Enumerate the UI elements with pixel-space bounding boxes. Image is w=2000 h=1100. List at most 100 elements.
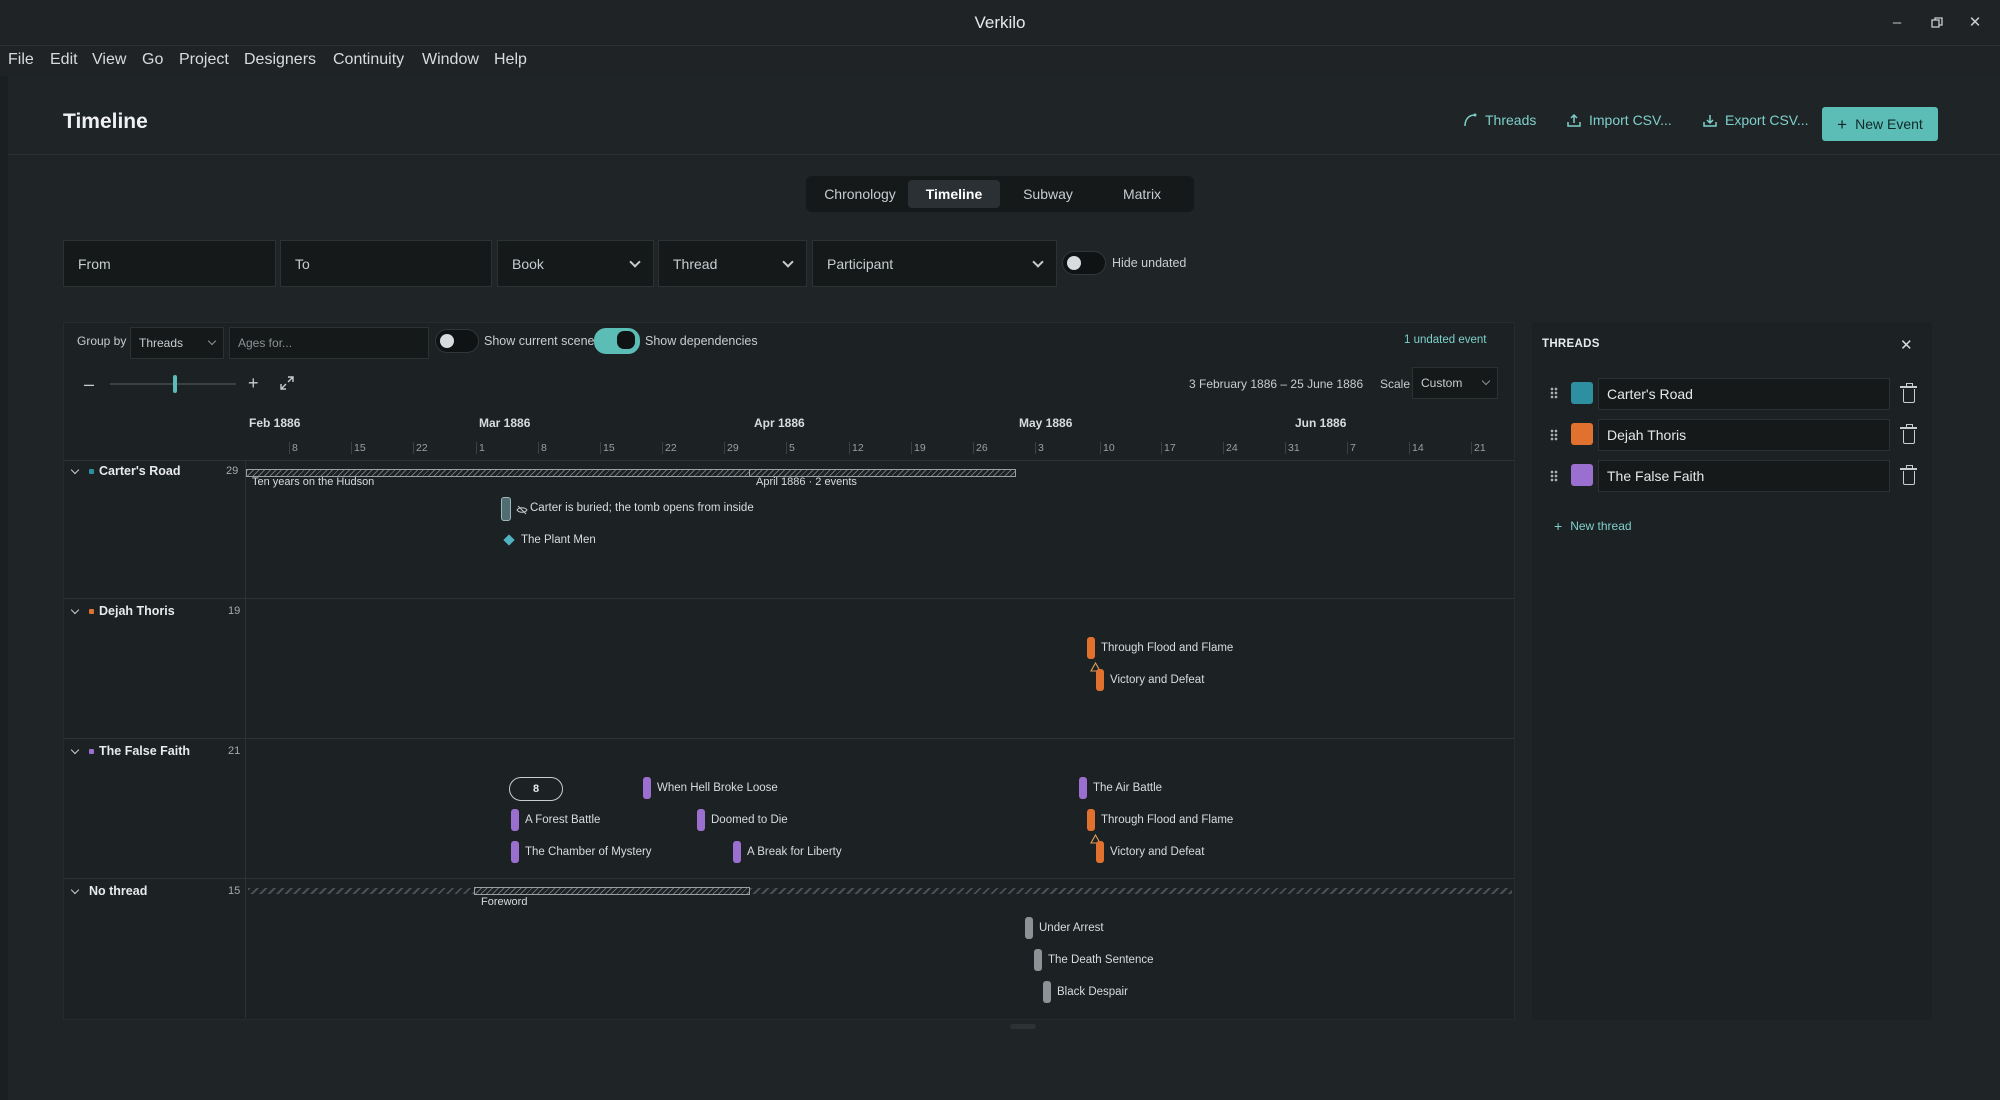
day-label: 5	[789, 442, 795, 454]
thread-name-input[interactable]: Carter's Road	[1598, 378, 1890, 410]
event-bar[interactable]	[1034, 949, 1042, 971]
drag-handle-icon[interactable]	[1550, 387, 1558, 399]
group-header-the-false-faith[interactable]: The False Faith	[70, 744, 190, 758]
show-current-scene-toggle[interactable]	[435, 329, 479, 353]
event-label[interactable]: A Forest Battle	[525, 814, 600, 826]
tab-subway[interactable]: Subway	[1000, 180, 1096, 208]
event-bar[interactable]	[1096, 841, 1104, 863]
scale-select[interactable]: Custom	[1412, 367, 1498, 399]
event-bar[interactable]	[511, 841, 519, 863]
show-dependencies-toggle[interactable]	[594, 328, 640, 354]
date-range-label: 3 February 1886 – 25 June 1886	[1189, 377, 1364, 391]
event-label[interactable]: The Air Battle	[1093, 782, 1162, 794]
thread-color-swatch[interactable]	[1571, 423, 1593, 445]
day-label: 22	[665, 442, 677, 454]
menu-window[interactable]: Window	[422, 51, 479, 69]
event-bar[interactable]	[1079, 777, 1087, 799]
thread-name-input[interactable]: Dejah Thoris	[1598, 419, 1890, 451]
close-icon[interactable]: ✕	[1900, 336, 1913, 354]
thread-color-swatch[interactable]	[1571, 464, 1593, 486]
event-bar[interactable]	[501, 497, 511, 521]
group-header-dejah-thoris[interactable]: Dejah Thoris	[70, 604, 175, 618]
import-csv-button[interactable]: Import CSV...	[1567, 112, 1672, 128]
zoom-in-button[interactable]: +	[248, 373, 259, 394]
event-label[interactable]: A Break for Liberty	[747, 846, 842, 858]
ages-for-input[interactable]: Ages for...	[229, 327, 429, 359]
thread-select[interactable]: Thread	[658, 240, 807, 287]
menu-view[interactable]: View	[92, 51, 126, 69]
event-label[interactable]: The Chamber of Mystery	[525, 846, 652, 858]
menu-continuity[interactable]: Continuity	[333, 51, 404, 69]
day-label: 12	[852, 442, 864, 454]
book-select[interactable]: Book	[497, 240, 654, 287]
event-label[interactable]: Victory and Defeat	[1110, 846, 1204, 858]
tab-timeline[interactable]: Timeline	[908, 180, 1000, 208]
event-bar[interactable]	[733, 841, 741, 863]
minimize-icon[interactable]: –	[1886, 12, 1908, 34]
menu-go[interactable]: Go	[142, 51, 163, 69]
new-thread-button[interactable]: + New thread	[1554, 518, 1632, 534]
event-label[interactable]: The Death Sentence	[1048, 954, 1154, 966]
trash-icon[interactable]	[1900, 465, 1917, 485]
group-header-carters-road[interactable]: Carter's Road	[70, 464, 180, 478]
zoom-slider-thumb[interactable]	[173, 375, 178, 393]
download-icon	[1703, 115, 1717, 127]
event-label[interactable]: Through Flood and Flame	[1101, 642, 1233, 654]
menu-edit[interactable]: Edit	[50, 51, 78, 69]
participant-select[interactable]: Participant	[812, 240, 1057, 287]
close-window-icon[interactable]: ✕	[1964, 12, 1986, 34]
new-event-button[interactable]: + New Event	[1822, 107, 1938, 141]
group-header-no-thread[interactable]: No thread	[70, 884, 148, 898]
drag-handle-icon[interactable]	[1550, 470, 1558, 482]
thread-color-dot	[89, 748, 94, 754]
thread-color-dot	[89, 468, 94, 474]
menu-project[interactable]: Project	[179, 51, 229, 69]
export-csv-button[interactable]: Export CSV...	[1703, 112, 1809, 128]
menu-designers[interactable]: Designers	[244, 51, 316, 69]
group-name: No thread	[89, 884, 148, 898]
group-by-select[interactable]: Threads	[130, 327, 224, 359]
drag-handle-icon[interactable]	[1550, 429, 1558, 441]
event-label[interactable]: Through Flood and Flame	[1101, 814, 1233, 826]
restore-icon[interactable]	[1926, 12, 1948, 34]
event-bar[interactable]	[1096, 669, 1104, 691]
event-bar[interactable]	[1025, 917, 1033, 939]
event-bar[interactable]	[1043, 981, 1051, 1003]
hide-undated-label: Hide undated	[1112, 256, 1187, 270]
threads-button[interactable]: Threads	[1463, 112, 1536, 128]
fit-to-screen-icon[interactable]	[280, 376, 294, 395]
event-label[interactable]: Victory and Defeat	[1110, 674, 1204, 686]
zoom-out-button[interactable]: –	[84, 374, 94, 395]
menu-help[interactable]: Help	[494, 51, 527, 69]
event-bar[interactable]	[697, 809, 705, 831]
event-bar[interactable]	[643, 777, 651, 799]
thread-name-input[interactable]: The False Faith	[1598, 460, 1890, 492]
event-bar[interactable]	[1087, 637, 1095, 659]
trash-icon[interactable]	[1900, 424, 1917, 444]
trash-icon[interactable]	[1900, 383, 1917, 403]
event-bar[interactable]	[511, 809, 519, 831]
event-label[interactable]: Black Despair	[1057, 986, 1128, 998]
from-field[interactable]: From	[63, 240, 276, 287]
undated-events-link[interactable]: 1 undated event	[1404, 334, 1487, 346]
event-label[interactable]: When Hell Broke Loose	[657, 782, 778, 794]
hide-undated-toggle[interactable]	[1062, 251, 1106, 275]
tab-chronology[interactable]: Chronology	[812, 180, 908, 208]
event-label[interactable]: The Plant Men	[521, 534, 596, 546]
event-bar[interactable]	[1087, 809, 1095, 831]
menu-file[interactable]: File	[8, 51, 34, 69]
span-bar[interactable]	[474, 887, 750, 895]
event-label[interactable]: Under Arrest	[1039, 922, 1104, 934]
day-label: 15	[354, 442, 366, 454]
thread-select-value: Thread	[673, 255, 718, 272]
resize-handle[interactable]	[1010, 1024, 1036, 1029]
event-label[interactable]: Carter is buried; the tomb opens from in…	[530, 502, 754, 514]
tab-matrix[interactable]: Matrix	[1096, 180, 1188, 208]
day-label: 8	[292, 442, 298, 454]
event-label[interactable]: Doomed to Die	[711, 814, 788, 826]
cluster-count-badge[interactable]: 8	[509, 777, 563, 801]
export-csv-label: Export CSV...	[1725, 112, 1809, 128]
thread-color-swatch[interactable]	[1571, 382, 1593, 404]
view-tabs: Chronology Timeline Subway Matrix	[806, 176, 1194, 212]
to-field[interactable]: To	[280, 240, 492, 287]
